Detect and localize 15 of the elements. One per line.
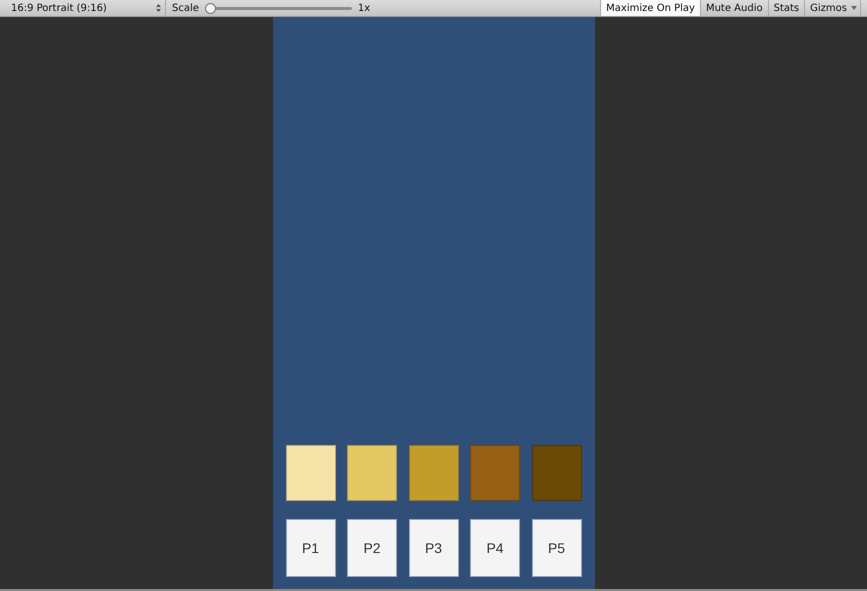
toolbar-toggle[interactable]: Mute Audio <box>700 0 768 16</box>
player-button[interactable]: P4 <box>470 519 520 577</box>
player-button[interactable]: P5 <box>532 519 582 577</box>
scale-label: Scale <box>172 2 199 14</box>
aspect-dropdown[interactable]: 16:9 Portrait (9:16) <box>0 0 166 16</box>
scale-reading: 1x <box>358 2 370 14</box>
player-button[interactable]: P2 <box>347 519 397 577</box>
player-button[interactable]: P1 <box>286 519 336 577</box>
updown-arrows-icon <box>156 4 161 12</box>
toolbar-toggle[interactable]: Maximize On Play <box>600 0 700 16</box>
slider-thumb[interactable] <box>204 2 216 14</box>
gizmos-button[interactable]: Gizmos <box>804 0 861 16</box>
player-button[interactable]: P3 <box>408 519 458 577</box>
caret-icon <box>851 6 857 10</box>
toolbar-toggle[interactable]: Stats <box>768 0 804 16</box>
